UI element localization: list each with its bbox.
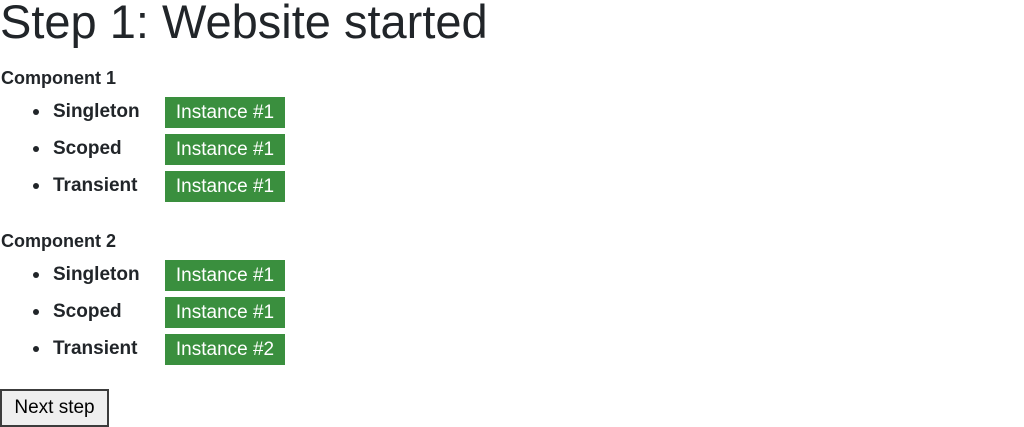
instance-badge: Instance #1 xyxy=(165,171,285,202)
bullet-icon xyxy=(33,109,39,115)
component-1-heading: Component 1 xyxy=(1,68,116,88)
bullet-icon xyxy=(33,309,39,315)
bullet-icon xyxy=(33,146,39,152)
lifetime-label: Transient xyxy=(53,338,138,359)
component-2-heading: Component 2 xyxy=(1,231,116,251)
instance-badge: Instance #1 xyxy=(165,97,285,128)
bullet-icon xyxy=(33,346,39,352)
lifetime-label: Transient xyxy=(53,175,138,196)
lifetime-label: Singleton xyxy=(53,101,140,122)
page: Step 1: Website started Component 1 Sing… xyxy=(0,0,1024,427)
bullet-icon xyxy=(33,272,39,278)
instance-badge: Instance #1 xyxy=(165,260,285,291)
instance-badge: Instance #2 xyxy=(165,334,285,365)
bullet-icon xyxy=(33,183,39,189)
lifetime-label: Scoped xyxy=(53,301,122,322)
lifetime-label: Singleton xyxy=(53,264,140,285)
page-title: Step 1: Website started xyxy=(0,0,488,48)
instance-badge: Instance #1 xyxy=(165,297,285,328)
lifetime-label: Scoped xyxy=(53,138,122,159)
instance-badge: Instance #1 xyxy=(165,134,285,165)
next-step-button[interactable]: Next step xyxy=(0,389,109,427)
